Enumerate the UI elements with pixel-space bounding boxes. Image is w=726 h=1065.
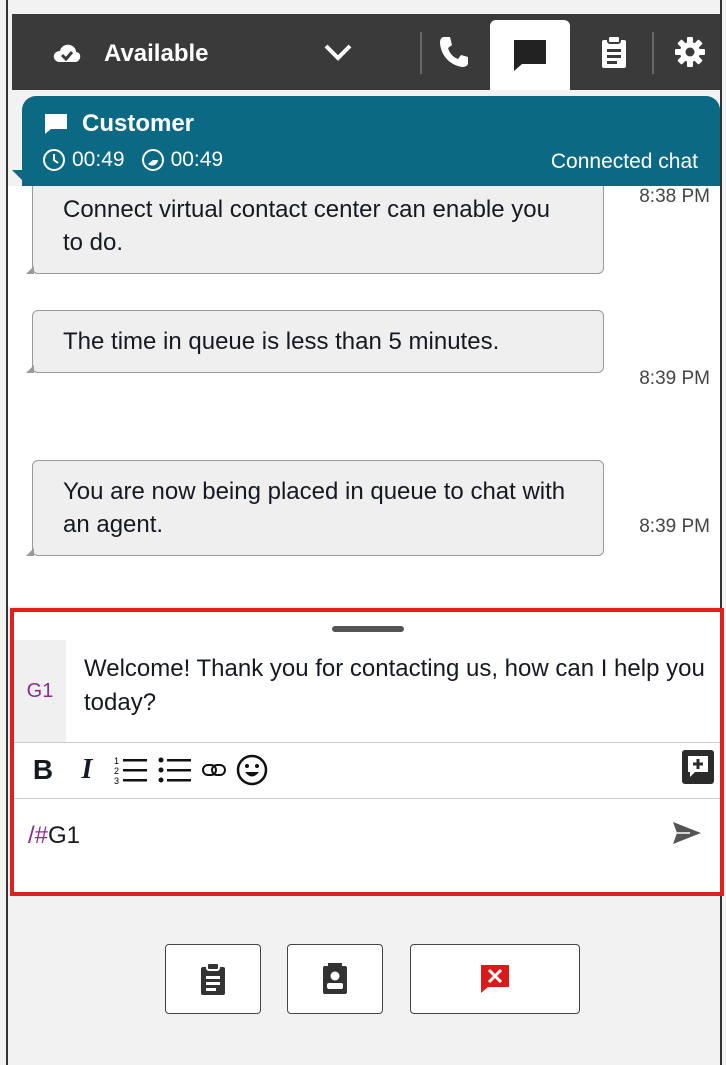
phone-icon — [440, 37, 468, 67]
bold-button[interactable]: B — [26, 750, 60, 790]
quick-responses-button[interactable] — [682, 750, 714, 784]
banner-tail — [12, 170, 28, 186]
status-selector[interactable]: Available — [52, 34, 209, 74]
cloud-available-icon — [53, 44, 81, 62]
contact-card-icon — [323, 963, 347, 994]
end-chat-button[interactable] — [410, 944, 580, 1014]
task-icon — [602, 35, 626, 68]
italic-button[interactable]: I — [70, 750, 104, 790]
state-timer: 00:49 — [170, 148, 224, 171]
input-value: G1 — [48, 822, 81, 849]
numbered-list-icon: 1 2 3 — [114, 756, 147, 785]
settings-button[interactable] — [660, 22, 720, 82]
message-input[interactable]: /#G1 — [28, 822, 80, 850]
message-text: The time in queue is less than 5 minutes… — [63, 328, 500, 355]
timer-icon — [141, 149, 164, 171]
quick-response-suggestion[interactable]: G1 Welcome! Thank you for contacting us,… — [14, 640, 720, 743]
clipboard-icon — [201, 962, 225, 995]
task-button[interactable] — [165, 944, 261, 1014]
tab-phone[interactable] — [424, 22, 484, 82]
message-bubble: You are now being placed in queue to cha… — [26, 460, 604, 556]
message-time: 8:39 PM — [639, 368, 710, 389]
suggestion-text: Welcome! Thank you for contacting us, ho… — [84, 655, 705, 716]
clock-icon — [43, 149, 65, 171]
gear-icon — [675, 37, 705, 67]
message-text: Connect virtual contact center can enabl… — [63, 196, 550, 256]
chat-transcript[interactable]: Connect virtual contact center can enabl… — [8, 186, 720, 606]
svg-text:3: 3 — [114, 776, 119, 785]
svg-text:2: 2 — [114, 766, 119, 776]
suggestion-tag: G1 — [14, 640, 66, 742]
status-label: Available — [104, 40, 209, 67]
contact-banner[interactable]: Customer 00:49 00:49 Connected chat — [22, 96, 720, 186]
bullet-list-button[interactable] — [158, 750, 192, 790]
contact-state: Connected chat — [550, 150, 698, 173]
quick-response-icon — [688, 756, 708, 777]
svg-text:1: 1 — [114, 756, 119, 766]
message-bubble: The time in queue is less than 5 minutes… — [26, 310, 604, 373]
divider — [652, 32, 654, 74]
chat-icon — [514, 40, 546, 71]
quick-response-prefix: /# — [28, 822, 49, 849]
message-composer: G1 Welcome! Thank you for contacting us,… — [10, 608, 724, 896]
message-time: 8:39 PM — [639, 516, 710, 537]
emoji-icon — [236, 754, 268, 786]
formatting-toolbar: B I 1 2 3 — [14, 742, 720, 799]
contact-timer: 00:49 — [72, 148, 125, 171]
chevron-down-icon[interactable] — [322, 38, 354, 68]
tab-chat[interactable] — [490, 20, 570, 90]
link-button[interactable] — [202, 750, 226, 790]
contact-name: Customer — [82, 110, 195, 137]
top-bar: Available — [12, 14, 720, 90]
message-text: You are now being placed in queue to cha… — [63, 478, 566, 538]
resize-handle[interactable] — [332, 626, 404, 632]
divider — [420, 32, 422, 74]
send-icon[interactable] — [672, 820, 702, 846]
message-bubble: Connect virtual contact center can enabl… — [26, 186, 604, 274]
message-time: 8:38 PM — [639, 186, 710, 207]
chat-icon — [45, 114, 67, 134]
link-icon — [202, 764, 226, 776]
end-chat-icon — [481, 965, 509, 993]
numbered-list-button[interactable]: 1 2 3 — [114, 750, 148, 790]
emoji-button[interactable] — [236, 750, 268, 790]
tab-task[interactable] — [584, 22, 644, 82]
bullet-list-icon — [158, 757, 191, 783]
contact-card-button[interactable] — [287, 944, 383, 1014]
